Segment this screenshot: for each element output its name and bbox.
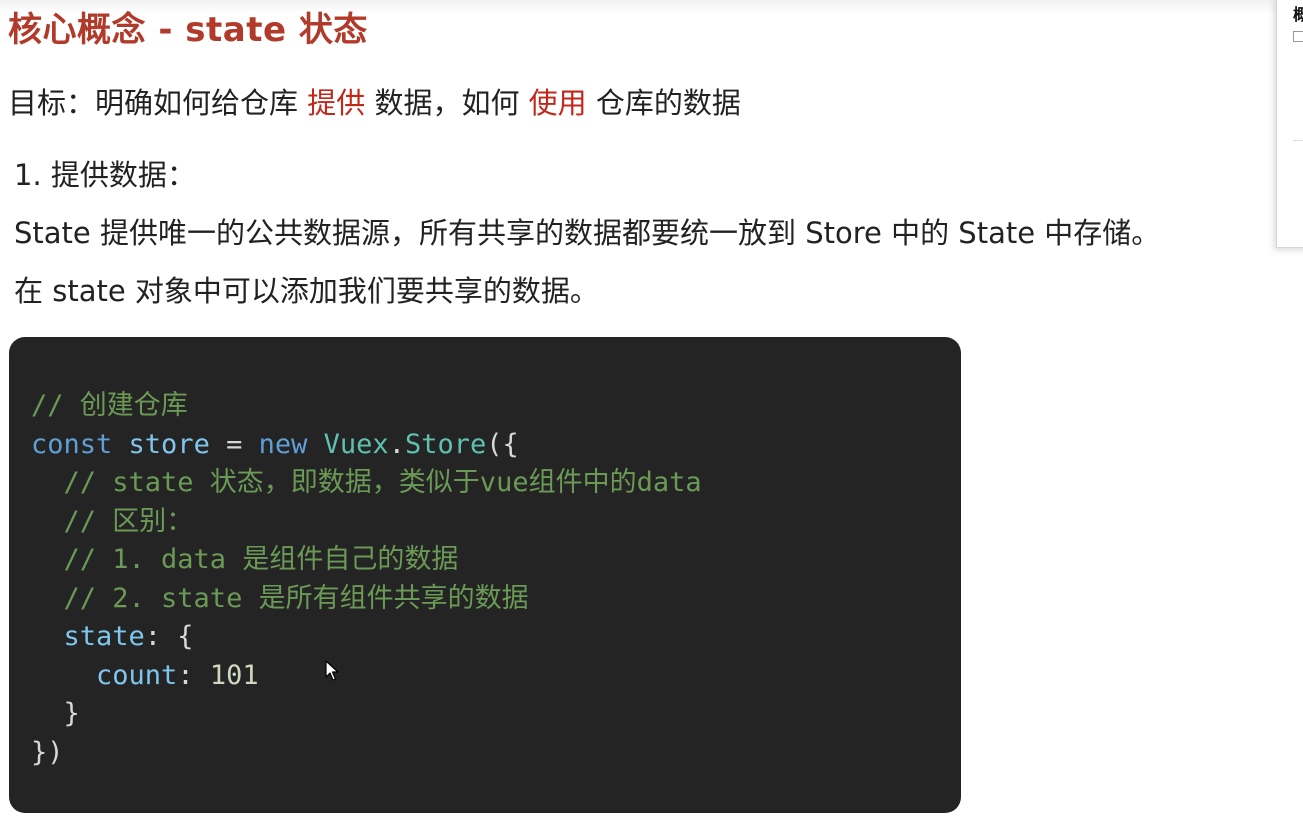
checkbox-icon[interactable] <box>1293 31 1303 42</box>
code-line-4: // 区别： <box>31 505 194 537</box>
code-class-vuex: Vuex <box>323 428 389 460</box>
code-line-9: } <box>31 698 80 729</box>
goal-highlight-use: 使用 <box>528 86 587 120</box>
code-var-store: store <box>128 428 210 460</box>
paragraph-state-description: State 提供唯一的公共数据源，所有共享的数据都要统一放到 Store 中的 … <box>14 216 1161 250</box>
goal-suffix: 仓库的数据 <box>586 86 741 120</box>
goal-prefix: 目标：明确如何给仓库 <box>8 86 308 120</box>
code-dot: . <box>388 428 405 460</box>
step-1-heading: 1. 提供数据： <box>14 158 196 192</box>
mouse-pointer-icon <box>325 660 339 681</box>
paragraph-state-object: 在 state 对象中可以添加我们要共享的数据。 <box>14 274 599 308</box>
code-line-5: // 1. data 是组件自己的数据 <box>31 544 459 575</box>
side-panel[interactable]: 概 <box>1276 0 1303 248</box>
goal-highlight-provide: 提供 <box>307 86 366 120</box>
code-colon: : <box>177 659 210 691</box>
code-block[interactable]: // 创建仓库 const store = new Vuex.Store({ /… <box>9 337 961 813</box>
code-line-7: state: { <box>31 618 961 657</box>
code-class-store: Store <box>404 428 487 460</box>
side-panel-divider <box>1293 140 1303 141</box>
goal-line: 目标：明确如何给仓库 提供 数据，如何 使用 仓库的数据 <box>8 80 741 122</box>
code-keyword-new: new <box>258 428 308 460</box>
code-brace-open: : { <box>144 621 194 652</box>
side-panel-title: 概 <box>1293 5 1303 24</box>
code-line-8: count: 101 <box>31 657 961 696</box>
code-line-6: // 2. state 是所有组件共享的数据 <box>31 582 529 614</box>
code-line-2: const store = new Vuex.Store({ <box>31 426 961 465</box>
code-line-1: // 创建仓库 <box>31 390 188 421</box>
code-key-state: state <box>63 621 145 652</box>
code-operator-assign: = <box>209 428 259 460</box>
goal-middle: 数据，如何 <box>365 86 529 120</box>
code-line-3: // state 状态，即数据，类似于vue组件中的data <box>31 467 702 498</box>
code-keyword-const: const <box>31 428 113 460</box>
code-value-count: 101 <box>209 659 259 691</box>
code-line-10: }) <box>31 736 64 768</box>
code-paren-open: ({ <box>486 428 519 460</box>
code-key-count: count <box>96 659 178 691</box>
page-title: 核心概念 - state 状态 <box>8 10 368 50</box>
